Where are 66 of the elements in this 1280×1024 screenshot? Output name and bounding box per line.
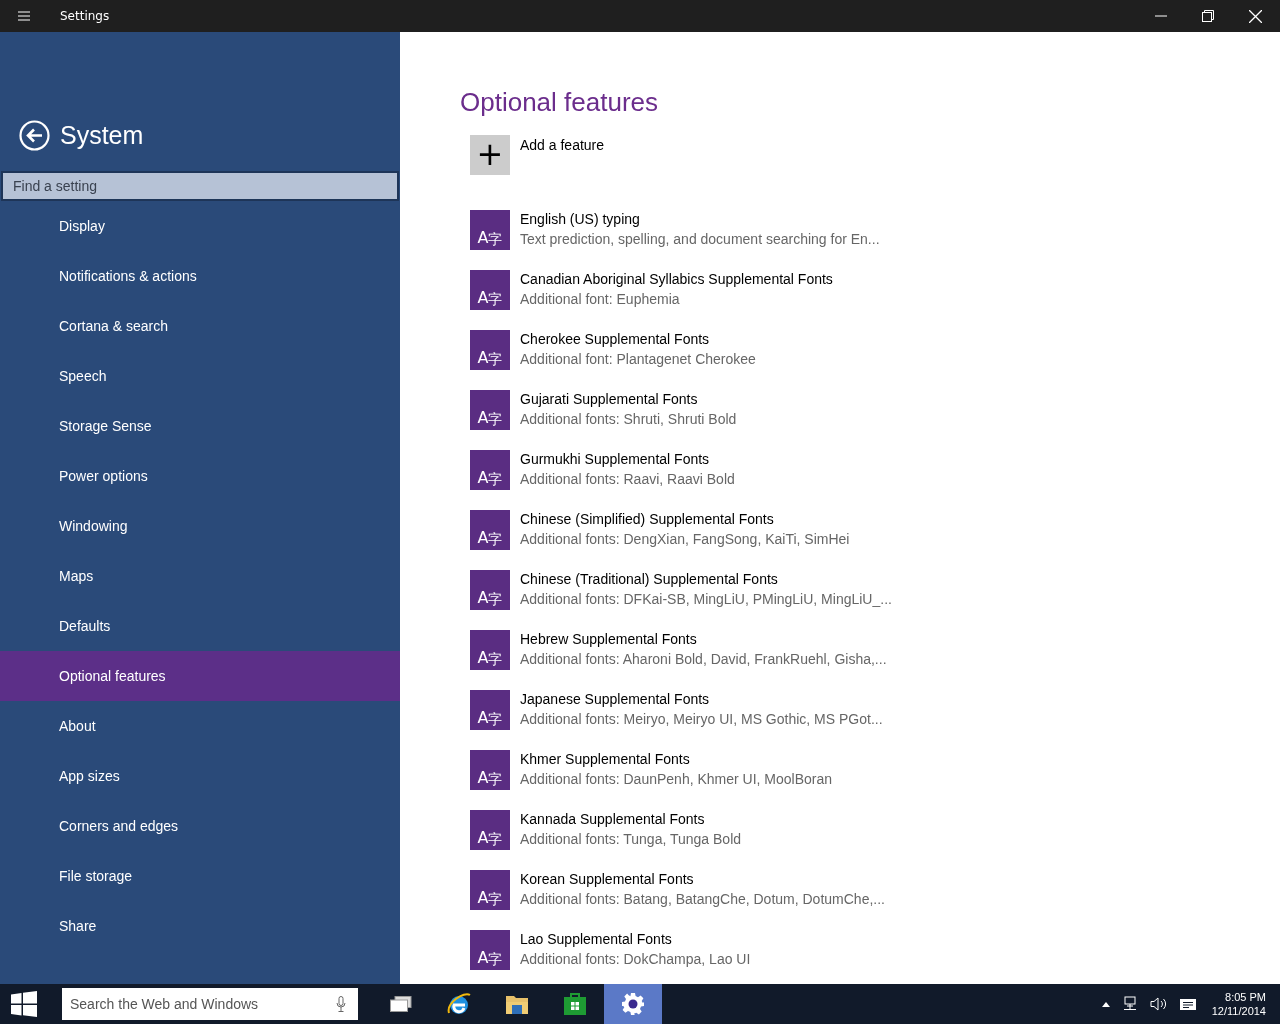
nav-item[interactable]: Notifications & actions [0,251,400,301]
nav-item[interactable]: Maps [0,551,400,601]
settings-icon [621,992,645,1016]
search-field[interactable]: Find a setting [1,171,399,201]
feature-name[interactable]: Chinese (Simplified) Supplemental Fonts [520,509,850,529]
nav-item[interactable]: Optional features [0,651,400,701]
feature-description: Additional fonts: Batang, BatangChe, Dotum, DotumChe,... [520,890,885,909]
clock-date[interactable]: 12/11/2014 [1211,1004,1266,1018]
feature-description: Additional fonts: Shruti, Shruti Bold [520,410,737,429]
shopping-bag-icon [563,992,587,1016]
feature-description: Additional font: Plantagenet Cherokee [520,350,756,369]
close-icon[interactable] [1249,9,1262,23]
feature-name[interactable]: Japanese Supplemental Fonts [520,689,883,709]
network-icon[interactable] [1121,996,1138,1012]
caret-up-icon[interactable] [1101,1001,1110,1007]
nav-item[interactable]: Defaults [0,601,400,651]
nav-item[interactable]: Corners and edges [0,801,400,851]
nav-item[interactable]: Windowing [0,501,400,551]
nav-item[interactable]: Cortana & search [0,301,400,351]
windows-logo-icon [11,991,37,1017]
nav-item[interactable]: Speech [0,351,400,401]
feature-description: Additional fonts: DengXian, FangSong, KaiTi, SimHei [520,530,850,549]
feature-name[interactable]: Canadian Aboriginal Syllabics Supplemental Fonts [520,269,833,289]
microphone-icon[interactable] [336,996,346,1012]
restore-icon[interactable] [1202,10,1214,22]
feature-name[interactable]: Gurmukhi Supplemental Fonts [520,449,735,469]
feature-description: Additional fonts: Tunga, Tunga Bold [520,830,742,849]
nav-item[interactable]: Share [0,901,400,951]
feature-name[interactable]: Gujarati Supplemental Fonts [520,389,737,409]
feature-name[interactable]: English (US) typing [520,209,880,229]
e-logo-icon [446,991,472,1017]
page-title: Optional features [460,87,659,119]
taskbar-app-button[interactable] [604,984,662,1024]
nav-item[interactable]: File storage [0,851,400,901]
feature-name[interactable]: Khmer Supplemental Fonts [520,749,833,769]
speaker-icon[interactable] [1149,997,1168,1011]
search-field[interactable]: Search the Web and Windows [62,988,358,1020]
nav-item[interactable]: About [0,701,400,751]
add-button[interactable]: + [470,135,510,175]
feature-name[interactable]: Korean Supplemental Fonts [520,869,885,889]
feature-description: Additional fonts: Meiryo, Meiryo UI, MS Gothic, MS PGot... [520,710,883,729]
windows-stack-icon [390,996,412,1012]
feature-name[interactable]: Cherokee Supplemental Fonts [520,329,756,349]
add-feature-link[interactable]: Add a feature [520,137,605,153]
feature-description: Additional fonts: DFKai-SB, MingLiU, PMingLiU, MingLiU_... [520,590,892,609]
back-icon[interactable] [19,119,50,151]
feature-name[interactable]: Lao Supplemental Fonts [520,929,751,949]
feature-description: Additional fonts: Raavi, Raavi Bold [520,470,735,489]
window-title: Settings [60,9,110,23]
message-icon[interactable] [1179,998,1196,1010]
section-heading: System [60,120,144,150]
feature-name[interactable]: Hebrew Supplemental Fonts [520,629,887,649]
nav-item[interactable]: Display [0,201,400,251]
feature-description: Additional fonts: DaunPenh, Khmer UI, MoolBoran [520,770,833,789]
nav-item[interactable]: App sizes [0,751,400,801]
feature-description: Text prediction, spelling, and document searching for En... [520,230,880,249]
feature-description: Additional font: Euphemia [520,290,681,309]
clock-time[interactable]: 8:05 PM [1225,990,1266,1004]
feature-name[interactable]: Chinese (Traditional) Supplemental Fonts [520,569,892,589]
folder-icon [505,993,529,1015]
menu-icon[interactable] [18,11,30,21]
nav-item[interactable]: Storage Sense [0,401,400,451]
feature-description: Additional fonts: Aharoni Bold, David, FrankRuehl, Gisha,... [520,650,887,669]
nav-item[interactable]: Power options [0,451,400,501]
feature-description: Additional fonts: DokChampa, Lao UI [520,950,751,969]
feature-name[interactable]: Kannada Supplemental Fonts [520,809,742,829]
